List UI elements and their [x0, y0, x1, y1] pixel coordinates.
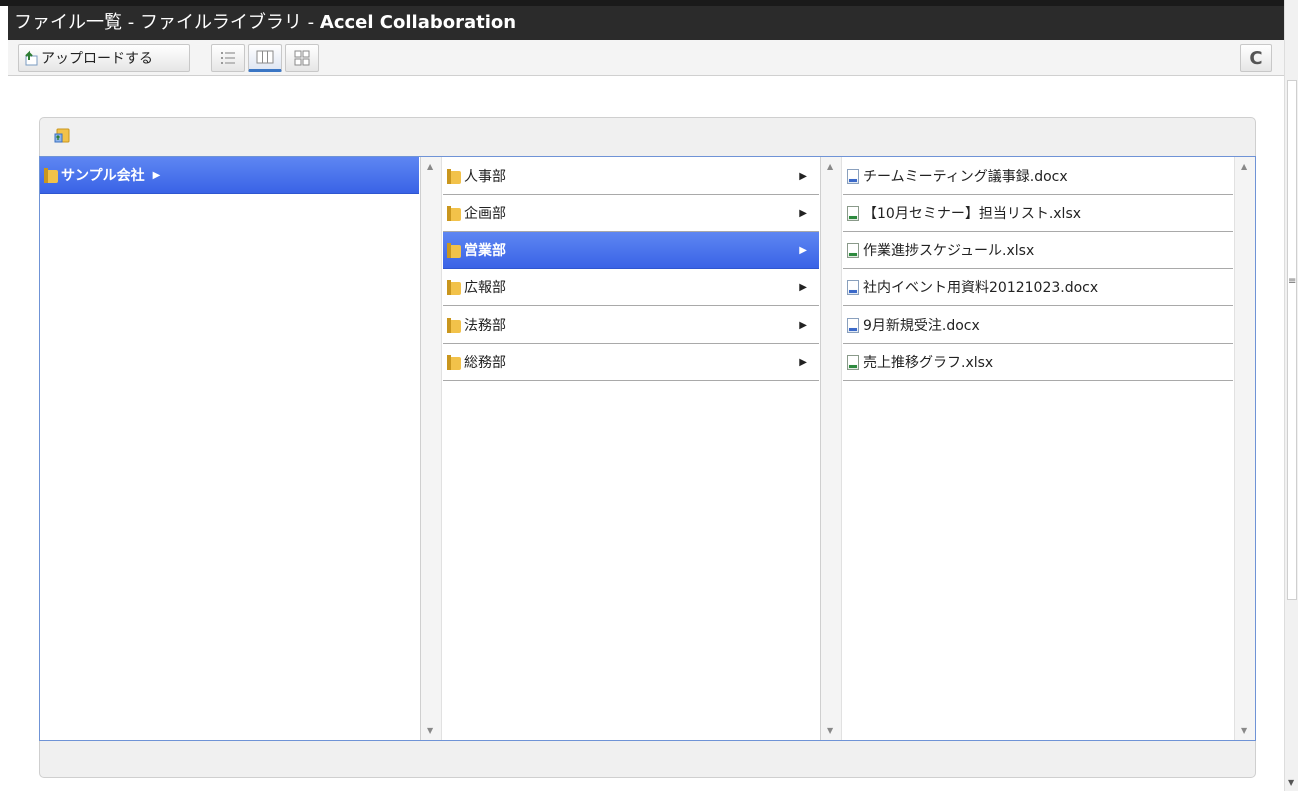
chevron-right-icon: ▶: [799, 281, 807, 293]
folder-icon: [447, 279, 461, 295]
list-item-department[interactable]: 広報部 ▶: [443, 269, 819, 306]
thumbnail-view-button[interactable]: [285, 44, 319, 72]
item-label: 9月新規受注.docx: [863, 318, 980, 334]
folder-icon: [447, 317, 461, 333]
folder-up-icon[interactable]: [54, 126, 72, 144]
list-item-file[interactable]: 売上推移グラフ.xlsx: [843, 344, 1233, 381]
column-root: サンプル会社 ▶: [40, 157, 421, 740]
thumbnail-view-icon: [294, 50, 310, 66]
list-item-department[interactable]: 企画部 ▶: [443, 195, 819, 232]
list-view-button[interactable]: [211, 44, 245, 72]
docx-file-icon: [847, 168, 859, 184]
title-prefix: ファイル一覧 - ファイルライブラリ -: [14, 12, 320, 33]
item-label: 営業部: [464, 243, 506, 259]
docx-file-icon: [847, 317, 859, 333]
page-scrollbar[interactable]: ≡ ▼: [1284, 0, 1298, 791]
column-scrollbar[interactable]: ▲ ▼: [1234, 157, 1255, 740]
item-label: 売上推移グラフ.xlsx: [863, 355, 994, 371]
list-item-company[interactable]: サンプル会社 ▶: [40, 157, 419, 194]
column-view-button[interactable]: [248, 44, 282, 72]
item-label: 企画部: [464, 206, 506, 222]
column-scrollbar[interactable]: ▲ ▼: [821, 157, 842, 740]
list-item-department[interactable]: 総務部 ▶: [443, 344, 819, 381]
item-label: 総務部: [464, 355, 506, 371]
scroll-down-icon[interactable]: ▼: [827, 726, 833, 735]
item-label: 広報部: [464, 280, 506, 296]
xlsx-file-icon: [847, 354, 859, 370]
column-view-icon: [256, 50, 274, 64]
item-label: 法務部: [464, 318, 506, 334]
column-files: ▲ ▼ ▲ ▼ チームミーティング議事録.docx 【10月セミナー】担当リスト…: [821, 157, 1255, 740]
chevron-right-icon: ▶: [799, 170, 807, 182]
scroll-up-icon[interactable]: ▲: [1241, 162, 1247, 171]
item-label: 人事部: [464, 169, 506, 185]
item-label: 【10月セミナー】担当リスト.xlsx: [863, 206, 1082, 222]
chevron-right-icon: ▶: [152, 169, 161, 181]
column-departments: ▲ ▼ 人事部 ▶ 企画部 ▶ 営業部 ▶ 広報部 ▶ 法務部 ▶ 総務部 ▶: [421, 157, 821, 740]
folder-icon: [44, 167, 58, 183]
folder-icon: [447, 168, 461, 184]
scrollbar-grip-icon: ≡: [1288, 276, 1297, 287]
list-item-file[interactable]: 9月新規受注.docx: [843, 307, 1233, 344]
title-app-name: Accel Collaboration: [319, 12, 517, 33]
upload-button[interactable]: アップロードする: [18, 44, 190, 72]
folder-icon: [447, 354, 461, 370]
item-label: チームミーティング議事録.docx: [863, 169, 1068, 185]
item-label: サンプル会社: [61, 168, 145, 184]
list-item-department[interactable]: 人事部 ▶: [443, 158, 819, 195]
scroll-down-icon[interactable]: ▼: [1241, 726, 1247, 735]
window-title: ファイル一覧 - ファイルライブラリ - Accel Collaboration: [8, 6, 1284, 40]
list-view-icon: [221, 52, 235, 64]
item-label: 社内イベント用資料20121023.docx: [863, 280, 1099, 296]
upload-icon: [25, 50, 38, 66]
list-item-department[interactable]: 法務部 ▶: [443, 307, 819, 344]
list-item-file[interactable]: 社内イベント用資料20121023.docx: [843, 269, 1233, 306]
list-item-file[interactable]: 作業進捗スケジュール.xlsx: [843, 232, 1233, 269]
chevron-right-icon: ▶: [799, 244, 807, 256]
page-scrollbar-thumb[interactable]: [1287, 80, 1297, 600]
toolbar: アップロードする C: [8, 40, 1284, 76]
item-label: 作業進捗スケジュール.xlsx: [863, 243, 1035, 259]
folder-icon: [447, 242, 461, 258]
xlsx-file-icon: [847, 242, 859, 258]
chevron-right-icon: ▶: [799, 207, 807, 219]
refresh-button[interactable]: C: [1240, 44, 1272, 72]
scroll-up-icon[interactable]: ▲: [827, 162, 833, 171]
scroll-down-icon[interactable]: ▼: [427, 726, 433, 735]
column-scrollbar[interactable]: ▲ ▼: [421, 157, 442, 740]
scroll-up-icon[interactable]: ▲: [427, 162, 433, 171]
refresh-icon: C: [1249, 47, 1263, 69]
chevron-right-icon: ▶: [799, 356, 807, 368]
list-item-file[interactable]: チームミーティング議事録.docx: [843, 158, 1233, 195]
list-item-file[interactable]: 【10月セミナー】担当リスト.xlsx: [843, 195, 1233, 232]
folder-icon: [447, 205, 461, 221]
list-item-department-selected[interactable]: 営業部 ▶: [443, 232, 819, 269]
upload-label: アップロードする: [41, 51, 153, 67]
column-browser: サンプル会社 ▶ ▲ ▼ 人事部 ▶ 企画部 ▶ 営業部 ▶ 広報部 ▶ 法務部…: [39, 156, 1256, 741]
docx-file-icon: [847, 279, 859, 295]
scroll-down-icon[interactable]: ▼: [1288, 778, 1294, 787]
xlsx-file-icon: [847, 205, 859, 221]
chevron-right-icon: ▶: [799, 319, 807, 331]
panel-header: [54, 126, 72, 148]
